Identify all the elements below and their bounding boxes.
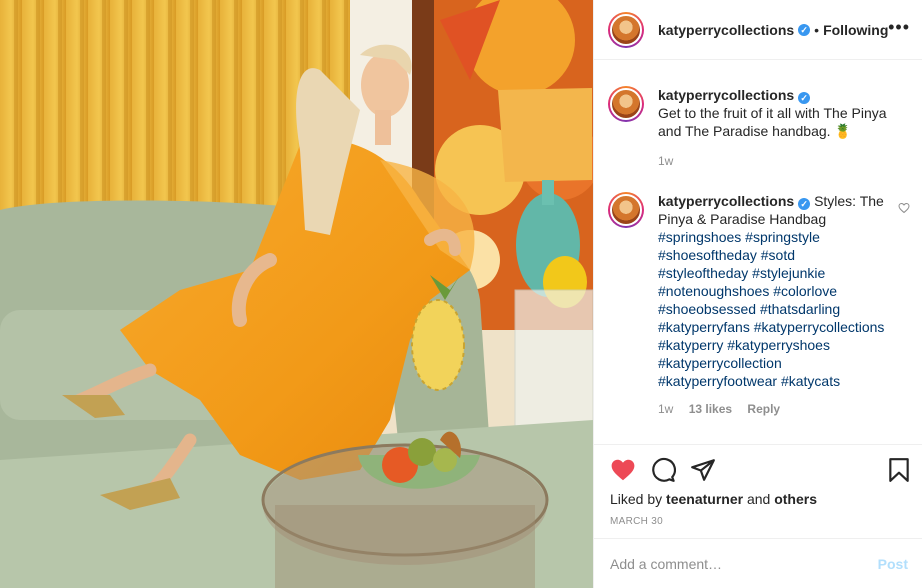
post-side-panel: katyperrycollections ✓ • Following ••• k… [593, 0, 922, 588]
post-header: katyperrycollections ✓ • Following ••• [594, 0, 922, 60]
separator-dot: • [814, 21, 820, 38]
add-comment-bar: Post [594, 538, 922, 588]
heart-outline-icon[interactable] [898, 202, 910, 214]
hashtag-line[interactable]: #springshoes #springstyle [658, 228, 910, 246]
caption-username[interactable]: katyperrycollections [658, 87, 794, 103]
liked-by: Liked by teenaturner and others [610, 491, 817, 507]
liked-by-label: Liked by [610, 491, 663, 507]
hashtag-line[interactable]: #shoeobsessed #thatsdarling [658, 300, 910, 318]
share-icon[interactable] [690, 457, 716, 483]
header-username[interactable]: katyperrycollections [658, 22, 794, 38]
comment-input[interactable] [610, 555, 878, 572]
verified-badge-icon: ✓ [798, 92, 811, 104]
hashtag-line[interactable]: #katyperry #katyperryshoes [658, 336, 910, 354]
reply-button[interactable]: Reply [747, 402, 780, 416]
following-button[interactable]: Following [823, 22, 888, 38]
caption: katyperrycollections ✓ Get to the fruit o… [608, 86, 910, 170]
caption-age[interactable]: 1w [658, 154, 673, 168]
verified-badge-icon: ✓ [798, 23, 811, 36]
post-image [0, 0, 593, 588]
more-options-icon[interactable]: ••• [888, 18, 910, 36]
hashtag-line[interactable]: #styleoftheday #stylejunkie [658, 264, 910, 282]
hashtag-line[interactable]: #notenoughshoes #colorlove [658, 282, 910, 300]
comment-item: katyperrycollections ✓ Styles: The Pinya … [608, 192, 910, 418]
hashtag-line[interactable]: #katyperryfans #katyperrycollections [658, 318, 910, 336]
avatar[interactable] [608, 11, 644, 48]
hashtag-line[interactable]: #katyperryfootwear #katycats [658, 372, 910, 390]
and-label: and [746, 491, 771, 507]
comment-icon[interactable] [650, 457, 676, 483]
comment-age[interactable]: 1w [658, 402, 673, 416]
post-comment-button[interactable]: Post [878, 556, 908, 572]
comment-avatar[interactable] [608, 192, 644, 228]
liked-by-user[interactable]: teenaturner [666, 491, 743, 507]
comment-likes[interactable]: 13 likes [689, 402, 732, 416]
post-photo[interactable] [0, 0, 593, 588]
bookmark-icon[interactable] [886, 457, 912, 483]
comments-list[interactable]: katyperrycollections ✓ Get to the fruit o… [594, 60, 922, 444]
caption-text: Get to the fruit of it all with The Piny… [658, 105, 887, 139]
post-date[interactable]: MARCH 30 [610, 516, 663, 527]
verified-badge-icon: ✓ [798, 198, 811, 210]
others-link[interactable]: others [774, 491, 817, 507]
heart-filled-icon[interactable] [610, 457, 636, 483]
hashtag-line[interactable]: #shoesoftheday #sotd [658, 246, 910, 264]
post-actions: Liked by teenaturner and others MARCH 30 [594, 444, 922, 538]
comment-username[interactable]: katyperrycollections [658, 193, 794, 209]
hashtag-line[interactable]: #katyperrycollection [658, 354, 910, 372]
caption-avatar[interactable] [608, 86, 644, 122]
